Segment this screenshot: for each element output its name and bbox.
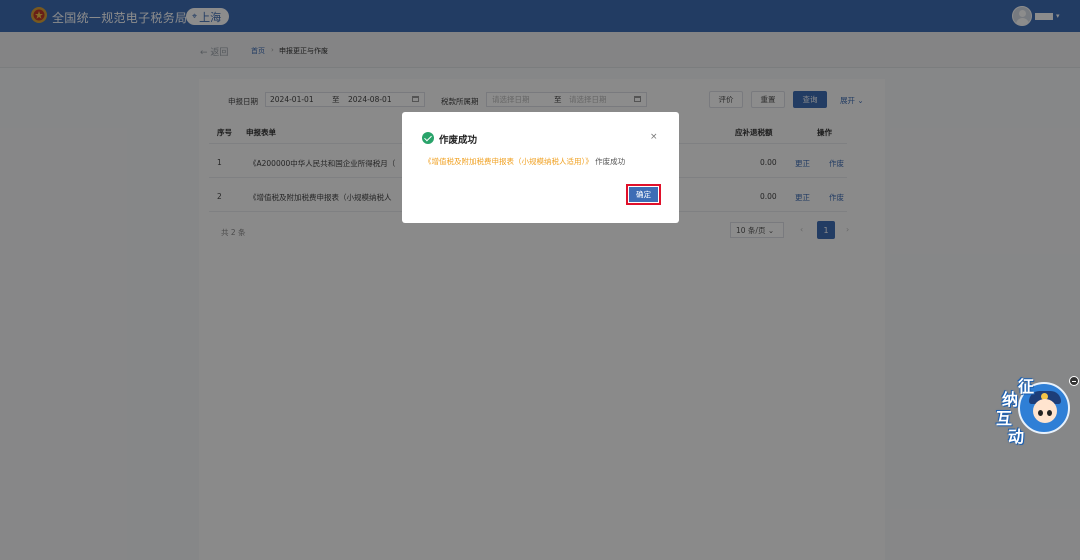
voided-form-name: 《增值税及附加税费申报表（小规模纳税人适用）》 [424,157,593,166]
close-icon[interactable]: × [650,132,658,142]
assistant-widget[interactable]: 征 纳 互 动 [996,376,1079,446]
success-check-icon [422,132,434,144]
dialog-title: 作废成功 [439,135,478,146]
eye-icon [1038,410,1043,416]
assistant-face [1033,399,1057,423]
success-dialog: 作废成功 × 《增值税及附加税费申报表（小规模纳税人适用）》 作废成功 确定 [402,112,679,223]
dialog-message-tail: 作废成功 [595,157,626,166]
modal-overlay[interactable] [0,0,1080,560]
assistant-char-zheng: 征 [1018,377,1035,396]
dialog-message: 《增值税及附加税费申报表（小规模纳税人适用）》 作废成功 [424,156,625,167]
eye-icon [1047,410,1052,416]
confirm-button[interactable]: 确定 [629,187,658,202]
assistant-char-dong: 动 [1008,427,1025,446]
confirm-button-highlight: 确定 [626,184,661,205]
minimize-icon[interactable] [1069,376,1079,386]
